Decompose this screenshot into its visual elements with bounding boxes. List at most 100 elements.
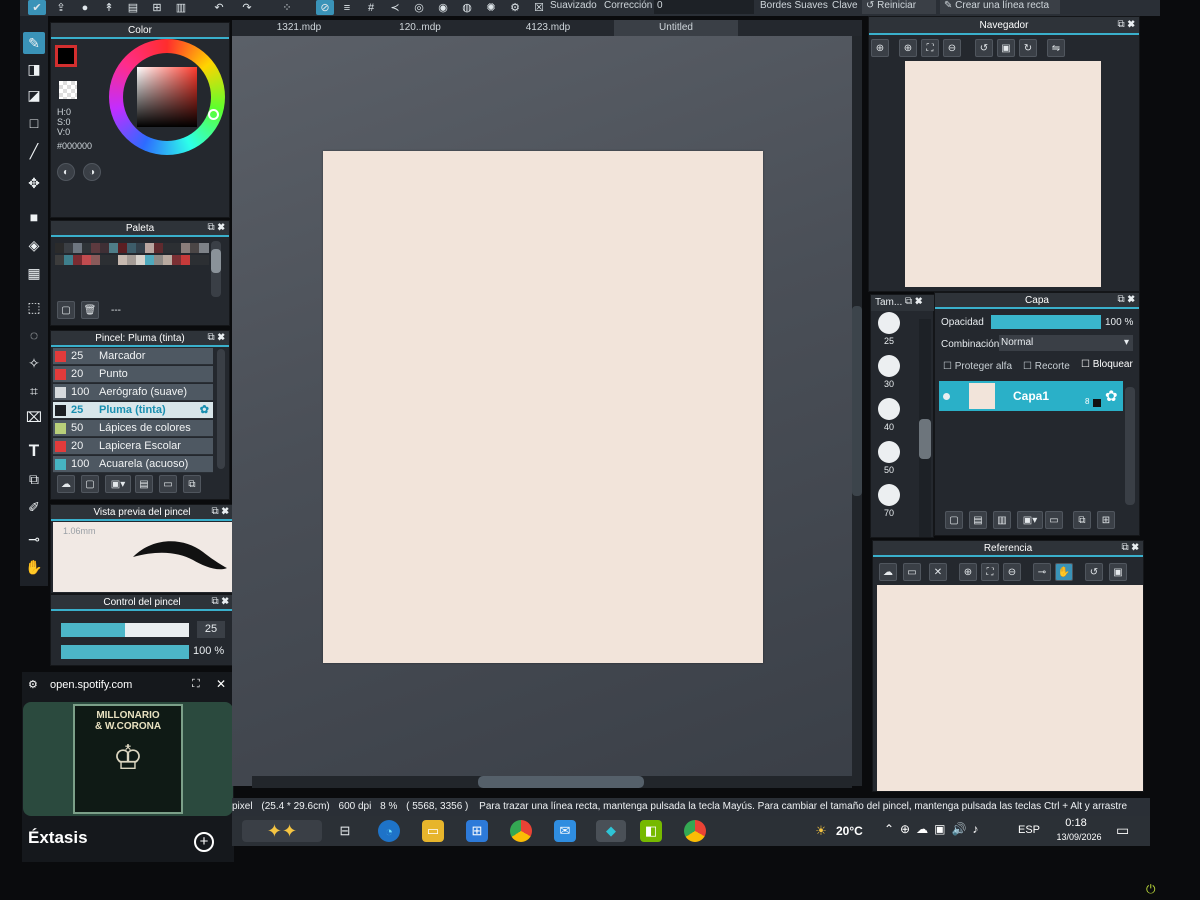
reference-controls[interactable]: ⧉ ✖ xyxy=(1121,542,1139,553)
reference-rotate-icon[interactable]: ↺ xyxy=(1085,563,1103,581)
brush-item[interactable]: 25 Pluma (tinta) ✿ xyxy=(53,402,213,419)
pen-tool-icon[interactable]: ╱ xyxy=(23,140,45,162)
snap-parallel-icon[interactable]: ≡ xyxy=(338,0,356,15)
snap-curve-icon[interactable]: ◉ xyxy=(434,0,452,15)
brush-item[interactable]: 20 Punto xyxy=(53,366,213,383)
brush-size-slider[interactable] xyxy=(61,623,189,637)
layout-icon[interactable]: ▥ xyxy=(172,0,190,15)
lasso-tool-icon[interactable]: ◌ xyxy=(23,324,45,346)
palette-swatches[interactable] xyxy=(55,239,209,297)
lock-checkbox[interactable]: ☐ Bloquear xyxy=(1081,359,1133,370)
layer-settings-icon[interactable]: ✿ xyxy=(1105,387,1118,405)
file-explorer-icon[interactable]: ▭ xyxy=(422,820,444,842)
notification-icon[interactable]: ▭ xyxy=(1116,822,1129,839)
tray-icons[interactable]: ⌃⊕☁▣🔊♪ xyxy=(884,822,984,836)
reiniciar-button[interactable]: ↺ Reiniciar xyxy=(862,0,936,14)
palette-swatch[interactable] xyxy=(199,255,209,265)
app-menu-icon[interactable]: ✔ xyxy=(28,0,46,15)
protect-alpha-checkbox[interactable]: ☐ Proteger alfa xyxy=(943,361,1012,372)
brush-folder-icon[interactable]: ▭ xyxy=(159,475,177,493)
brush-item[interactable]: 50 Lápices de colores xyxy=(53,420,213,437)
gradient-pen-tool-icon[interactable]: ✐ xyxy=(23,496,45,518)
export-icon[interactable]: ⇪ xyxy=(52,0,70,15)
snap-ellipse-icon[interactable]: ◍ xyxy=(458,0,476,15)
snap-circle-icon[interactable]: ◎ xyxy=(410,0,428,15)
hue-ring[interactable] xyxy=(109,39,225,155)
snap-vanishing-icon[interactable]: ✺ xyxy=(482,0,500,15)
brush-size-preset[interactable] xyxy=(878,441,900,463)
brush-cloud-icon[interactable]: ☁ xyxy=(57,475,75,493)
new-swatch-icon[interactable]: ▢ xyxy=(57,301,75,319)
brush-item[interactable]: 100 Aerógrafo (suave) xyxy=(53,384,213,401)
delete-swatch-icon[interactable]: 🗑 xyxy=(81,301,99,319)
reference-fit-icon[interactable]: ⛶ xyxy=(981,563,999,581)
select-tool-icon[interactable]: ⬚ xyxy=(23,296,45,318)
correccion-select[interactable]: 0 xyxy=(654,0,754,14)
fit-screen-icon[interactable]: ⛶ xyxy=(921,39,939,57)
brush-size-controls[interactable]: ⧉ ✖ xyxy=(905,296,923,307)
language-indicator[interactable]: ESP xyxy=(1018,824,1040,836)
navigator-thumbnail[interactable] xyxy=(905,61,1101,287)
brush-size-scrollbar[interactable] xyxy=(919,319,931,537)
redo-icon[interactable]: ↷ xyxy=(238,0,256,15)
vertical-scrollbar[interactable] xyxy=(852,36,862,786)
weather-temp[interactable]: 20°C xyxy=(836,824,863,838)
edge-icon[interactable]: ◔ xyxy=(378,820,400,842)
brush-size-preset[interactable] xyxy=(878,398,900,420)
palette-swatch[interactable] xyxy=(199,243,209,253)
tab-4123[interactable]: 4123.mdp xyxy=(508,20,588,36)
mail-icon[interactable]: ✉ xyxy=(554,820,576,842)
spotify-settings-icon[interactable]: ⚙ xyxy=(28,678,38,691)
snap-grid-icon[interactable]: # xyxy=(362,0,380,15)
drawing-canvas[interactable] xyxy=(323,151,763,663)
share-icon[interactable]: ↟ xyxy=(100,0,118,15)
bordes-suaves-label[interactable]: Bordes Suaves xyxy=(760,0,828,14)
divide-tool-icon[interactable]: ⧉ xyxy=(23,468,45,490)
suavizado-checkbox[interactable]: ☒ xyxy=(532,0,546,15)
palette-scrollbar[interactable] xyxy=(211,241,221,297)
horizontal-scrollbar[interactable] xyxy=(252,776,852,788)
merge-layer-icon[interactable]: ⊞ xyxy=(1097,511,1115,529)
bucket-tool-icon[interactable]: ◈ xyxy=(23,234,45,256)
reference-close-icon[interactable]: ✕ xyxy=(929,563,947,581)
brush-opacity-slider[interactable] xyxy=(61,645,189,659)
layer-panel-controls[interactable]: ⧉ ✖ xyxy=(1117,294,1135,305)
rotate-right-icon[interactable]: ↻ xyxy=(1019,39,1037,57)
magic-eraser-tool-icon[interactable]: ◪ xyxy=(23,84,45,106)
nvidia-icon[interactable]: ◧ xyxy=(640,820,662,842)
palette-mix-icon[interactable]: ◐ xyxy=(57,163,75,181)
reference-zoom-in-icon[interactable]: ⊕ xyxy=(959,563,977,581)
snap-settings-icon[interactable]: ⚙ xyxy=(506,0,524,15)
copilot-icon[interactable]: ✦✦ xyxy=(242,820,322,842)
hue-handle[interactable] xyxy=(208,109,219,120)
zoom-in-icon[interactable]: ⊕ xyxy=(871,39,889,57)
snap-radial-icon[interactable]: ≺ xyxy=(386,0,404,15)
chrome-profile-icon[interactable] xyxy=(684,820,706,842)
brush-size-preset[interactable] xyxy=(878,312,900,334)
brush-item[interactable]: 25 Marcador xyxy=(53,348,213,365)
layer-visibility-icon[interactable] xyxy=(943,393,950,400)
reset-view-icon[interactable]: ▣ xyxy=(997,39,1015,57)
grid-icon[interactable]: ⊞ xyxy=(148,0,166,15)
reference-open-icon[interactable]: ▭ xyxy=(903,563,921,581)
color-history-icon[interactable]: ◑ xyxy=(83,163,101,181)
reference-reset-icon[interactable]: ▣ xyxy=(1109,563,1127,581)
chat-icon[interactable]: ● xyxy=(76,0,94,15)
brush-size-preset[interactable] xyxy=(878,355,900,377)
hand-tool-icon[interactable]: ✋ xyxy=(23,556,45,578)
navigator-controls[interactable]: ⧉ ✖ xyxy=(1117,19,1135,30)
tab-120[interactable]: 120..mdp xyxy=(380,20,460,36)
layer-row-capa1[interactable]: Capa1 8 ✿ xyxy=(939,381,1123,411)
brush-item[interactable]: 100 Acuarela (acuoso) xyxy=(53,456,213,473)
add-layer-menu-icon[interactable]: ▣▾ xyxy=(1017,511,1043,529)
move-tool-icon[interactable]: ✥ xyxy=(23,172,45,194)
transparent-color-swatch[interactable] xyxy=(59,81,77,99)
task-view-icon[interactable]: ⊟ xyxy=(334,820,356,842)
brush-duplicate-icon[interactable]: ⧉ xyxy=(183,475,201,493)
document-icon[interactable]: ▤ xyxy=(124,0,142,15)
brush-add-menu-icon[interactable]: ▣▾ xyxy=(105,475,131,493)
reference-zoom-out-icon[interactable]: ⊖ xyxy=(1003,563,1021,581)
brush-settings-icon[interactable]: ✿ xyxy=(200,402,209,419)
saturation-value-square[interactable] xyxy=(137,67,197,127)
brush-preview-controls[interactable]: ⧉ ✖ xyxy=(211,506,229,517)
